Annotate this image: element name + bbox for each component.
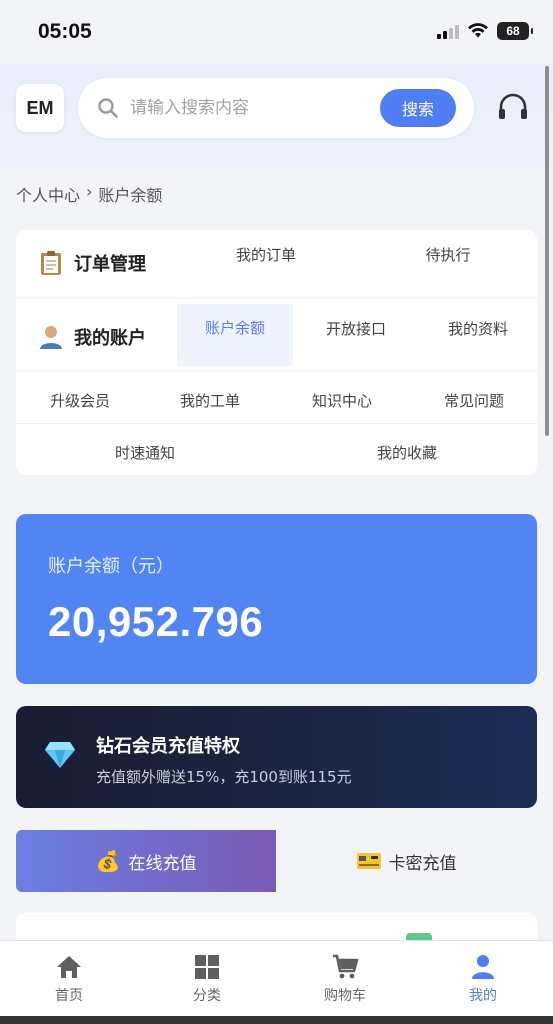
breadcrumb-current: 账户余额 — [98, 186, 163, 205]
status-icons: 68 — [437, 22, 533, 40]
menu-item-knowledge-center[interactable]: 知识中心 — [278, 390, 406, 411]
account-group-title: 我的账户 — [38, 324, 146, 350]
menu-row-services: 升级会员 我的工单 知识中心 常见问题 — [16, 372, 537, 424]
account-group-label: 我的账户 — [74, 328, 146, 349]
order-group-label: 订单管理 — [74, 254, 146, 275]
breadcrumb: 个人中心 › 账户余额 — [16, 182, 162, 206]
clipboard-icon — [41, 251, 61, 275]
battery-icon: 68 — [497, 22, 533, 40]
search-icon — [98, 98, 118, 118]
tab-online-recharge[interactable]: 💰 在线充值 — [16, 830, 276, 892]
menu-item-account-balance[interactable]: 账户余额 — [177, 304, 293, 366]
wifi-icon — [468, 23, 488, 38]
app-logo[interactable]: EM — [16, 84, 64, 132]
tabbar-home[interactable]: 首页 — [9, 953, 129, 1005]
vip-description: 充值额外赠送15%，充100到账115元 — [96, 768, 352, 786]
order-group-title: 订单管理 — [38, 250, 146, 276]
menu-item-favorites[interactable]: 我的收藏 — [278, 442, 536, 463]
tabbar-mine-label: 我的 — [469, 988, 497, 1004]
search-bar: 搜索 — [78, 78, 474, 138]
tab-card-recharge[interactable]: 卡密充值 — [276, 830, 537, 892]
vip-promo-card[interactable]: 钻石会员充值特权 充值额外赠送15%，充100到账115元 — [16, 706, 537, 808]
balance-label: 账户余额（元） — [48, 556, 174, 577]
menu-item-upgrade-vip[interactable]: 升级会员 — [16, 390, 144, 411]
grid-icon — [195, 955, 219, 979]
status-bar: 05:05 68 — [0, 0, 553, 64]
menu-row-misc: 时速通知 我的收藏 — [16, 424, 537, 475]
menu-row-account: 我的账户 账户余额 开放接口 我的资料 — [16, 298, 537, 372]
recharge-tabs: 💰 在线充值 卡密充值 — [16, 830, 537, 892]
profile-icon — [472, 955, 494, 979]
menu-item-open-api[interactable]: 开放接口 — [296, 318, 416, 339]
tab-card-label: 卡密充值 — [388, 853, 457, 874]
scrollbar[interactable] — [545, 66, 549, 436]
home-indicator — [0, 1016, 553, 1024]
headset-icon[interactable] — [497, 92, 529, 122]
menu-card: 订单管理 我的订单 待执行 我的账户 账户余额 开放接口 我的资料 升级会员 我… — [16, 230, 537, 475]
tab-online-label: 在线充值 — [128, 853, 197, 874]
tabbar-category[interactable]: 分类 — [147, 953, 267, 1005]
menu-item-faq[interactable]: 常见问题 — [410, 390, 537, 411]
menu-item-my-profile[interactable]: 我的资料 — [419, 318, 537, 339]
balance-value: 20,952.796 — [48, 598, 264, 645]
money-bag-icon: 💰 — [95, 849, 121, 873]
tabbar-home-label: 首页 — [55, 988, 83, 1004]
bottom-tab-bar: 首页 分类 购物车 我的 — [0, 940, 553, 1024]
menu-row-orders: 订单管理 我的订单 待执行 — [16, 230, 537, 298]
status-time: 05:05 — [38, 20, 92, 43]
menu-item-my-tickets[interactable]: 我的工单 — [146, 390, 274, 411]
card-icon — [356, 853, 381, 869]
search-input[interactable] — [130, 92, 370, 124]
signal-icon — [437, 23, 459, 39]
tabbar-category-label: 分类 — [193, 988, 221, 1004]
tabbar-cart-label: 购物车 — [324, 988, 366, 1004]
menu-item-my-orders[interactable]: 我的订单 — [206, 244, 326, 265]
tabbar-cart[interactable]: 购物车 — [285, 953, 405, 1005]
tabbar-mine[interactable]: 我的 — [423, 953, 543, 1005]
search-button[interactable]: 搜索 — [380, 89, 456, 127]
breadcrumb-separator: › — [86, 182, 93, 201]
breadcrumb-home[interactable]: 个人中心 — [16, 182, 80, 206]
menu-item-notifications[interactable]: 时速通知 — [16, 442, 274, 463]
header: EM 搜索 — [0, 64, 553, 164]
cart-icon — [333, 954, 359, 979]
user-icon — [40, 326, 62, 349]
balance-card: 账户余额（元） 20,952.796 — [16, 514, 537, 684]
vip-title: 钻石会员充值特权 — [96, 736, 240, 757]
menu-item-pending[interactable]: 待执行 — [388, 244, 508, 265]
diamond-icon — [45, 742, 75, 768]
home-icon — [57, 956, 81, 978]
